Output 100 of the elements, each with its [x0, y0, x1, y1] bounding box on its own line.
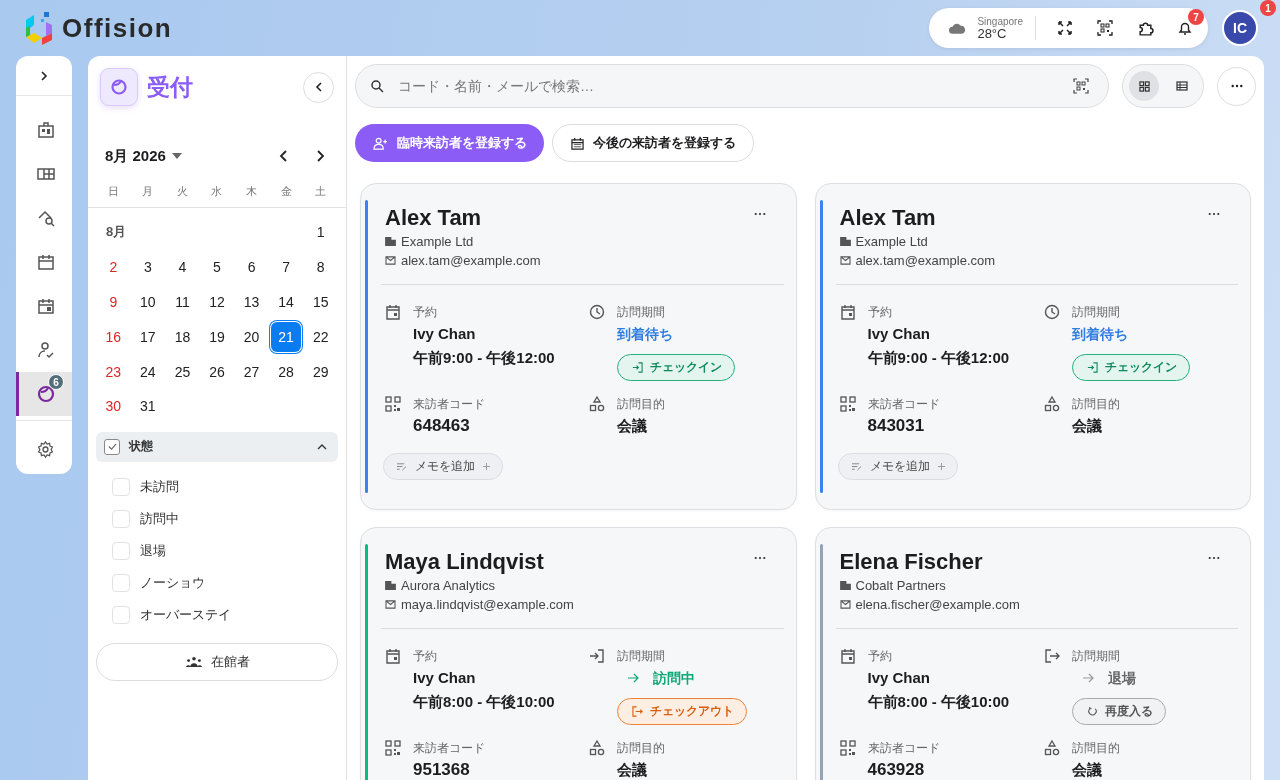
calendar-icon	[385, 648, 401, 664]
chevron-right-icon	[39, 70, 49, 81]
qr-scan-icon[interactable]	[1073, 78, 1089, 94]
visitor-code: 463928	[867, 759, 925, 780]
puzzle-icon	[1136, 19, 1154, 37]
register-walk-in-button[interactable]: 臨時来訪者を登録する	[355, 124, 544, 162]
calendar-day[interactable]: 20	[236, 321, 267, 352]
calendar-day[interactable]: 13	[236, 287, 267, 317]
field-label: 訪問期間	[617, 304, 665, 321]
calendar-day[interactable]: 8	[305, 252, 336, 283]
add-memo-button[interactable]: メモを追加	[383, 453, 503, 480]
calendar-day[interactable]: 11	[167, 287, 198, 317]
calendar-day[interactable]: 18	[167, 321, 198, 352]
calendar-day[interactable]: 26	[202, 356, 232, 387]
calendar-day[interactable]: 15	[305, 287, 336, 317]
calendar-day[interactable]: 23	[98, 356, 129, 387]
clock-icon	[1043, 304, 1060, 320]
search-icon	[370, 79, 384, 93]
nav-item[interactable]: 6	[16, 372, 72, 416]
face-icon	[35, 384, 56, 404]
calendar-day[interactable]: 19	[202, 321, 232, 352]
field-label: 予約	[867, 648, 892, 665]
field-label: 訪問目的	[617, 740, 665, 757]
calendar-day[interactable]: 27	[236, 356, 267, 387]
more-icon	[1208, 556, 1220, 560]
face-icon	[109, 77, 129, 97]
calendar-day[interactable]: 31	[132, 391, 163, 422]
qr-scan-button[interactable]	[1094, 17, 1116, 39]
grid-view-button[interactable]	[1129, 71, 1159, 101]
month-dropdown[interactable]: 8月 2026	[105, 146, 266, 166]
filter-option-label: 訪問中	[140, 509, 179, 528]
filter-option-label: 未訪問	[140, 477, 179, 496]
visit-action-button[interactable]: 再度入る	[1071, 698, 1166, 725]
calendar-day[interactable]: 22	[305, 321, 336, 352]
field-label: 来訪者コード	[867, 396, 940, 413]
filter-option-label: ノーショウ	[140, 573, 205, 592]
calendar-day[interactable]: 6	[236, 252, 267, 283]
calendar-icon	[35, 296, 56, 316]
calendar-day[interactable]: 12	[202, 287, 232, 317]
check-icon	[107, 442, 117, 452]
calendar-day[interactable]: 3	[132, 252, 163, 283]
more-icon	[753, 212, 766, 216]
field-label: 訪問目的	[617, 396, 665, 413]
visit-time: 午前9:00 - 午後12:00	[413, 348, 555, 368]
calendar-day[interactable]: 28	[271, 356, 302, 387]
visit-purpose: 会議	[617, 760, 647, 780]
add-user-icon	[373, 136, 388, 150]
bell-icon	[1177, 20, 1193, 36]
calendar-day[interactable]: 24	[132, 356, 163, 387]
field-label: 訪問目的	[1071, 740, 1120, 757]
register-upcoming-button[interactable]: 今後の来訪者を登録する	[552, 124, 754, 162]
calendar-day[interactable]: 10	[132, 287, 163, 317]
calendar-day[interactable]: 29	[305, 356, 336, 387]
calendar-icon	[385, 304, 401, 320]
app-logo-text: Offision	[62, 12, 173, 44]
calendar-day[interactable]: 1	[305, 217, 336, 248]
calendar-day[interactable]: 9	[98, 287, 129, 317]
search-field[interactable]: コード・名前・メールで検索…	[355, 64, 1109, 108]
user-avatar[interactable]: IC	[1222, 10, 1258, 46]
qr-code-icon	[839, 396, 856, 412]
onsite-visitors-button[interactable]: 在館者	[96, 642, 338, 681]
calendar-icon	[839, 648, 856, 664]
company-name: Example Ltd	[401, 233, 474, 251]
calendar-day[interactable]: 17	[132, 321, 163, 352]
field-label: 訪問期間	[1071, 648, 1120, 665]
calendar-day[interactable]: 14	[271, 287, 302, 317]
mail-icon	[839, 256, 851, 265]
calendar-day[interactable]: 25	[167, 356, 198, 387]
visitor-code: 648463	[413, 415, 470, 437]
visit-purpose: 会議	[1071, 416, 1102, 436]
shapes-icon	[589, 396, 605, 412]
qr-scan-icon	[1097, 20, 1113, 36]
calendar-day[interactable]: 4	[167, 252, 198, 283]
arrow-icon	[1081, 673, 1094, 683]
calendar-day[interactable]: 16	[98, 321, 129, 352]
visit-status: 退場	[1107, 669, 1136, 688]
field-label: 来訪者コード	[867, 740, 940, 757]
chevron-left-icon	[313, 82, 324, 92]
calendar-day[interactable]: 30	[98, 391, 129, 422]
calendar-day[interactable]: 5	[202, 252, 232, 283]
visit-time: 午前8:00 - 午後10:00	[413, 692, 555, 712]
field-label: 訪問目的	[1071, 396, 1120, 413]
weekday-label: 木	[245, 184, 259, 199]
calendar-day[interactable]: 2	[98, 252, 129, 283]
calendar-icon	[571, 136, 584, 150]
field-label: 来訪者コード	[413, 396, 485, 413]
visitor-email: alex.tam@example.com	[401, 252, 541, 270]
mail-icon	[385, 256, 396, 265]
field-label: 予約	[867, 304, 892, 321]
host-name: Ivy Chan	[867, 324, 931, 344]
weekday-label: 火	[175, 184, 189, 199]
calendar-day[interactable]: 7	[271, 252, 302, 283]
add-memo-button[interactable]: メモを追加	[837, 453, 958, 480]
sign-in-icon	[632, 362, 643, 373]
visit-action-button[interactable]: チェックイン	[1071, 354, 1190, 381]
calendar-day[interactable]: 21	[271, 321, 302, 352]
visitor-name: Maya Lindqvist	[385, 548, 545, 576]
weekday-label: 水	[210, 184, 224, 199]
visit-action-button[interactable]: チェックイン	[617, 354, 735, 381]
checkbox[interactable]	[104, 438, 120, 455]
